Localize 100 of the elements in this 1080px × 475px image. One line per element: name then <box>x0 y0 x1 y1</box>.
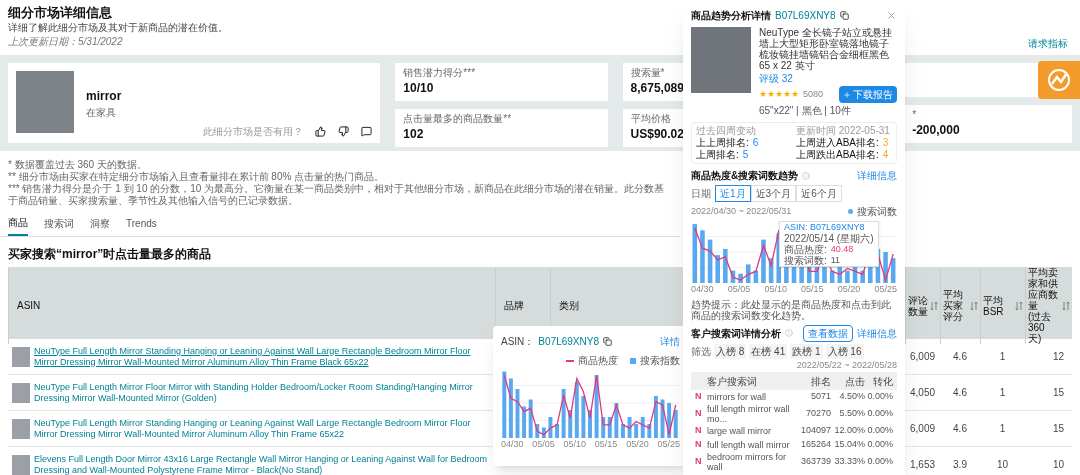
column-header: 平均买家评分 <box>943 289 964 322</box>
new-label: N <box>695 438 703 452</box>
metric-label: * <box>912 109 917 121</box>
axis-label: 05/25 <box>657 438 680 451</box>
table-cell: 33.33% <box>834 455 865 469</box>
table-cell: 104097 <box>800 424 831 438</box>
table-cell-text: 1 <box>999 422 1006 436</box>
product-link[interactable]: NeuType Full Length Mirror Standing Hanging or Leaning Against Wall Large Rectangle Bedroom Mirror Floor Mirror Dressing Mirror Wall-Mounted Mirror Aluminum Alloy Thin Frame 65x22 <box>34 417 491 440</box>
tab[interactable]: 商品 <box>8 215 28 236</box>
sort-icon[interactable] <box>970 300 978 311</box>
stats-header: 过去四周变动 <box>696 125 756 137</box>
details-link[interactable]: 详情 <box>660 334 680 349</box>
photo-placeholder <box>12 418 30 439</box>
product-link[interactable]: NeuType Full Length Mirror Floor Mirror with Standing Holder Bedroom/Locker Room Standing/Hanging Mirror Dressing Mirror Wall-Mounted Mirror (Golden) <box>34 381 491 404</box>
footnote: * 数据覆盖过去 360 天的数据。 <box>8 159 148 171</box>
metric-value: US$90.02 <box>630 126 684 143</box>
chart-bar <box>768 258 774 283</box>
asin-value: B07L69XNY8 <box>538 335 599 349</box>
tooltip-asin: ASIN: B07L69XNY8 <box>784 222 865 233</box>
axis-label: 05/15 <box>594 438 618 451</box>
details-link[interactable]: 详细信息 <box>857 168 897 183</box>
comment-icon[interactable] <box>361 126 373 137</box>
table-cell: 0.00% <box>867 407 893 421</box>
stats-value: 4 <box>882 149 889 161</box>
segment-category: 在家具 <box>86 106 116 120</box>
filter-label: 日期 <box>691 187 711 201</box>
range-tab[interactable]: 近3个月 <box>750 185 797 202</box>
rank-text: 评级 32 <box>759 72 793 86</box>
chart-bar <box>692 224 698 283</box>
tab[interactable]: 搜索词 <box>44 215 74 236</box>
copy-icon[interactable] <box>602 337 612 346</box>
metric-value: 102 <box>403 126 424 143</box>
request-metrics-link[interactable]: 请求指标 <box>1028 36 1068 51</box>
legend-label: 搜索指数 <box>640 354 680 368</box>
section-title: 商品热度&搜索词数趋势 <box>691 169 799 183</box>
page-subtitle: 详细了解此细分市场及其对于新商品的潜在价值。 <box>8 21 228 35</box>
details-link[interactable]: 详细信息 <box>857 325 897 341</box>
filter-chip[interactable]: 入榜 8 <box>714 343 747 359</box>
tab[interactable]: 洞察 <box>90 215 110 236</box>
star-icon: ★ <box>783 87 791 102</box>
sort-icon[interactable] <box>1015 300 1023 311</box>
chart-bar <box>761 239 766 283</box>
product-link[interactable]: NeuType Full Length Mirror Standing Hanging or Leaning Against Wall Large Rectangle Bedroom Mirror Floor Mirror Dressing Mirror Wall-Mounted Mirror Aluminum Alloy Thin Frame Black 65x22 <box>34 345 491 368</box>
page-title: 细分市场详细信息 <box>8 4 112 21</box>
table-cell-text: 15 <box>1052 422 1064 436</box>
chart-bar <box>845 270 850 283</box>
new-label: N <box>695 407 703 421</box>
chart-bar <box>860 270 865 283</box>
range-tab[interactable]: 近1月 <box>715 185 751 202</box>
filter-chip[interactable]: 在榜 41 <box>749 343 788 359</box>
photo-placeholder <box>691 27 751 93</box>
column-header: 品牌 <box>504 300 524 311</box>
table-cell-text: 6,009 <box>910 422 935 436</box>
table-cell: 0.00% <box>867 455 893 469</box>
column-header: 转化 <box>873 374 893 389</box>
section-title: 买家搜索“mirror”时点击量最多的商品 <box>8 246 212 263</box>
copy-icon[interactable] <box>839 11 849 20</box>
thumbs-up-icon[interactable] <box>315 126 327 137</box>
metric-label: 搜索量* <box>630 67 665 79</box>
chart-bar <box>707 239 713 283</box>
table-cell: 363739 <box>800 455 831 469</box>
metric-label: 销售潜力得分*** <box>403 67 476 79</box>
chart-bar <box>561 389 566 438</box>
axis-label: 05/10 <box>563 438 587 451</box>
tooltip-value: 11 <box>830 255 841 266</box>
logo-icon[interactable] <box>1038 61 1080 99</box>
filter-label: 筛选 <box>691 344 711 359</box>
chart-bar <box>723 248 728 283</box>
sort-icon[interactable] <box>1062 300 1070 311</box>
star-icon: ★ <box>759 87 767 102</box>
chart-bar <box>730 270 736 283</box>
product-link[interactable]: Elevens Full Length Door Mirror 43x16 Large Rectangle Wall Mirror Hanging or Leaning Against Wall for Bedroom Dressing and Wall-Mounted Polystyrene Frame Mirror - Black(No Stand) <box>34 453 491 475</box>
axis-label: 04/30 <box>691 283 714 296</box>
table-cell: 15.04% <box>834 438 865 452</box>
close-icon[interactable] <box>886 10 897 21</box>
view-data-button[interactable]: 查看数据 <box>803 324 853 342</box>
filter-chip[interactable]: 跌榜 1 <box>790 343 823 359</box>
legend-square-icon <box>630 357 636 364</box>
thumbs-down-icon[interactable] <box>338 126 350 137</box>
chart-bar <box>753 270 759 283</box>
chart-bar <box>890 258 896 283</box>
tab[interactable]: Trends <box>126 215 157 236</box>
axis-label: 04/30 <box>501 438 524 451</box>
photo-placeholder <box>12 454 30 475</box>
section-title: 客户搜索词详情分析 <box>691 326 781 341</box>
sort-icon[interactable] <box>930 300 938 311</box>
chart-bar <box>738 273 743 283</box>
range-tab[interactable]: 近6个月 <box>796 185 842 202</box>
column-header: 点击 <box>845 374 865 389</box>
stats-value: 6 <box>752 137 759 149</box>
filter-chip[interactable]: 入榜 16 <box>825 343 864 359</box>
segment-name: mirror <box>86 88 122 105</box>
trend-note: 趋势提示：此处显示的是商品热度和点击到此商品的搜索词数变化趋势。 <box>691 298 892 321</box>
column-header: 平均卖家和供应商数量 <box>1028 267 1059 311</box>
stats-header: 更新时间 2022-05-31 <box>796 125 890 137</box>
review-count: 5080 <box>803 87 824 101</box>
photo-placeholder <box>16 71 74 133</box>
chart-bar <box>555 424 559 438</box>
variant-text: 65"x22" | 黑色 | 10件 <box>759 104 851 118</box>
download-report-button[interactable]: 下载报告 <box>839 86 897 103</box>
